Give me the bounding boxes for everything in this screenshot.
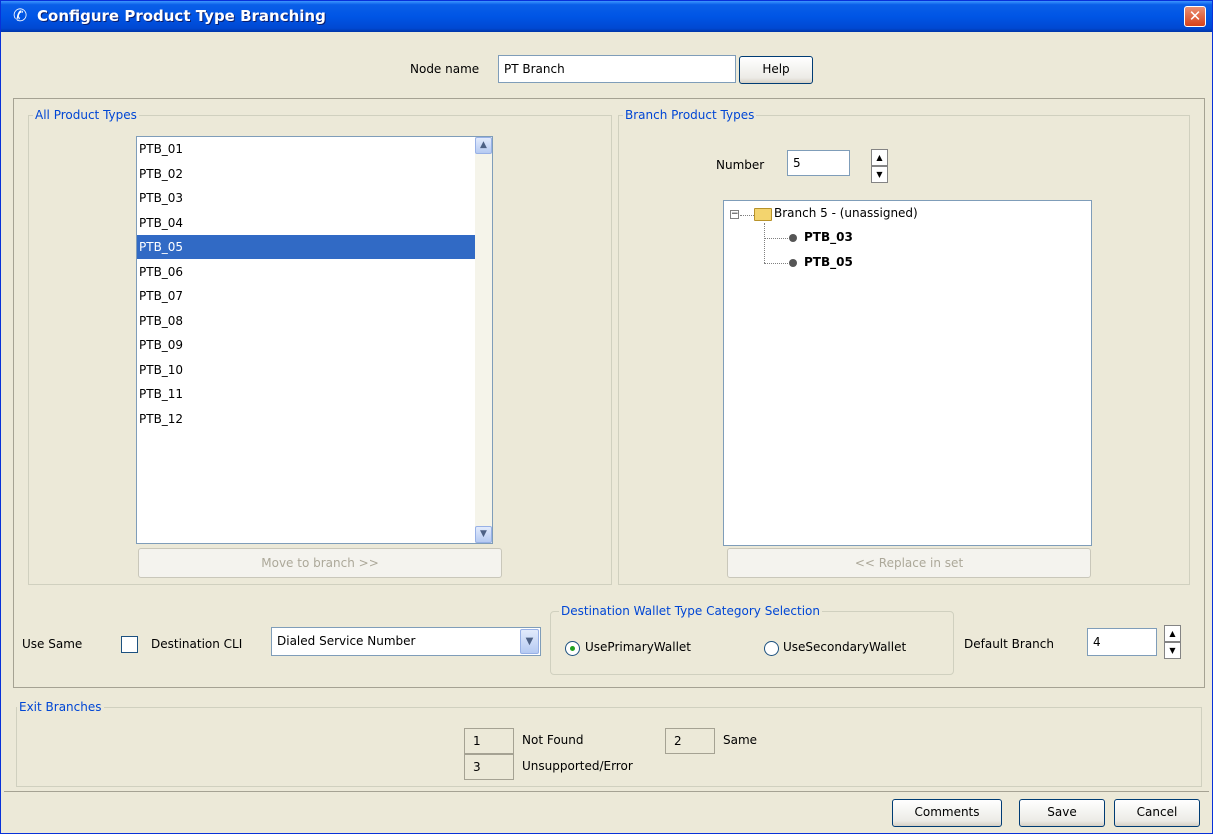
phone-icon: ✆ <box>13 6 28 26</box>
product-type-list[interactable]: PTB_01 PTB_02 PTB_03 PTB_04 PTB_05 PTB_06 PTB_… <box>136 136 493 544</box>
product-type-list-item[interactable]: PTB_11 <box>137 382 477 406</box>
footer-divider <box>4 791 1209 792</box>
dialog-content: Node name PT Branch Help All Product Typ… <box>4 32 1209 832</box>
dialog-window: ✆ Configure Product Type Branching ✕ Nod… <box>0 0 1213 834</box>
product-type-list-item[interactable]: PTB_03 <box>137 186 477 210</box>
destination-cli-select[interactable]: Dialed Service Number ▼ <box>271 627 541 656</box>
exit-branches-title: Exit Branches <box>17 700 104 714</box>
product-type-list-item[interactable]: PTB_05 <box>137 235 477 259</box>
replace-in-set-button[interactable]: << Replace in set <box>727 548 1091 578</box>
main-panel: All Product Types PTB_01 PTB_02 PTB_03 PTB_… <box>13 98 1205 688</box>
arrow-up-icon: ▲ <box>1169 629 1176 638</box>
number-spin-up[interactable]: ▲ <box>871 149 888 166</box>
exit-branch-number: 3 <box>464 754 514 780</box>
default-branch-input[interactable]: 4 <box>1087 628 1157 656</box>
use-same-checkbox[interactable] <box>121 636 138 653</box>
close-icon: ✕ <box>1188 7 1202 25</box>
arrow-down-icon: ▼ <box>876 170 883 179</box>
tree-connector <box>764 223 765 263</box>
chevron-up-icon: ▲ <box>480 140 487 150</box>
title-bar[interactable]: ✆ Configure Product Type Branching ✕ <box>1 1 1212 32</box>
all-product-types-group: All Product Types PTB_01 PTB_02 PTB_03 PTB_… <box>28 108 612 585</box>
chevron-down-icon: ▼ <box>480 529 487 539</box>
save-button[interactable]: Save <box>1019 799 1105 827</box>
window-title: Configure Product Type Branching <box>37 7 326 25</box>
radio-selected-dot <box>570 646 575 651</box>
dropdown-button[interactable]: ▼ <box>520 629 539 654</box>
tree-connector <box>740 215 754 216</box>
product-type-list-item[interactable]: PTB_01 <box>137 137 477 161</box>
secondary-wallet-label[interactable]: UseSecondaryWallet <box>783 640 906 654</box>
product-type-list-item[interactable]: PTB_08 <box>137 309 477 333</box>
secondary-wallet-radio[interactable] <box>764 641 779 656</box>
product-type-list-item[interactable]: PTB_12 <box>137 407 477 431</box>
branch-product-types-group: Branch Product Types Number 5 ▲ ▼ − Bran… <box>618 108 1190 585</box>
product-type-list-item[interactable]: PTB_07 <box>137 284 477 308</box>
comments-button[interactable]: Comments <box>892 799 1002 827</box>
number-input[interactable]: 5 <box>787 150 850 176</box>
move-to-branch-button[interactable]: Move to branch >> <box>138 548 502 578</box>
scroll-up-button[interactable]: ▲ <box>475 137 492 154</box>
exit-branch-label: Unsupported/Error <box>522 759 633 773</box>
all-product-types-title: All Product Types <box>33 108 139 122</box>
arrow-down-icon: ▼ <box>1169 646 1176 655</box>
destination-cli-label: Destination CLI <box>151 637 243 651</box>
wallet-selection-group: Destination Wallet Type Category Selecti… <box>550 604 954 675</box>
node-name-input[interactable]: PT Branch <box>498 55 736 83</box>
cancel-button[interactable]: Cancel <box>1114 799 1200 827</box>
product-type-list-item[interactable]: PTB_02 <box>137 162 477 186</box>
tree-connector <box>764 238 788 239</box>
number-label: Number <box>716 158 765 172</box>
leaf-icon <box>789 259 797 267</box>
arrow-up-icon: ▲ <box>876 153 883 162</box>
default-branch-spin-up[interactable]: ▲ <box>1164 625 1181 642</box>
wallet-selection-title: Destination Wallet Type Category Selecti… <box>559 604 823 618</box>
exit-branch-label: Same <box>723 733 758 747</box>
default-branch-spin-down[interactable]: ▼ <box>1164 642 1181 659</box>
product-type-list-item[interactable]: PTB_04 <box>137 211 477 235</box>
exit-branch-number: 1 <box>464 728 514 754</box>
exit-branches-group: Exit Branches 1 Not Found 2 Same 3 Unsup… <box>16 700 1202 787</box>
exit-branch-number: 2 <box>665 728 715 754</box>
close-button[interactable]: ✕ <box>1184 6 1206 27</box>
number-spin-down[interactable]: ▼ <box>871 166 888 183</box>
primary-wallet-radio[interactable] <box>565 641 580 656</box>
tree-child-label[interactable]: PTB_03 <box>804 230 853 244</box>
list-scrollbar[interactable]: ▲ ▼ <box>475 137 492 543</box>
product-type-list-item[interactable]: PTB_10 <box>137 358 477 382</box>
folder-open-icon <box>754 208 772 221</box>
product-type-list-item[interactable]: PTB_09 <box>137 333 477 357</box>
tree-root-label[interactable]: Branch 5 - (unassigned) <box>774 206 918 220</box>
exit-branch-label: Not Found <box>522 733 584 747</box>
destination-cli-value: Dialed Service Number <box>277 634 416 648</box>
chevron-down-icon: ▼ <box>525 636 534 647</box>
leaf-icon <box>789 234 797 242</box>
help-button[interactable]: Help <box>739 56 813 84</box>
use-same-label: Use Same <box>22 637 83 651</box>
node-name-label: Node name <box>410 62 480 76</box>
primary-wallet-label[interactable]: UsePrimaryWallet <box>585 640 691 654</box>
branch-product-types-title: Branch Product Types <box>623 108 757 122</box>
tree-connector <box>764 263 788 264</box>
default-branch-label: Default Branch <box>964 637 1054 651</box>
tree-child-label[interactable]: PTB_05 <box>804 255 853 269</box>
collapse-icon[interactable]: − <box>730 210 739 219</box>
product-type-list-item[interactable]: PTB_06 <box>137 260 477 284</box>
branch-tree[interactable]: − Branch 5 - (unassigned) PTB_03 PTB_05 <box>723 200 1092 546</box>
scroll-down-button[interactable]: ▼ <box>475 526 492 543</box>
